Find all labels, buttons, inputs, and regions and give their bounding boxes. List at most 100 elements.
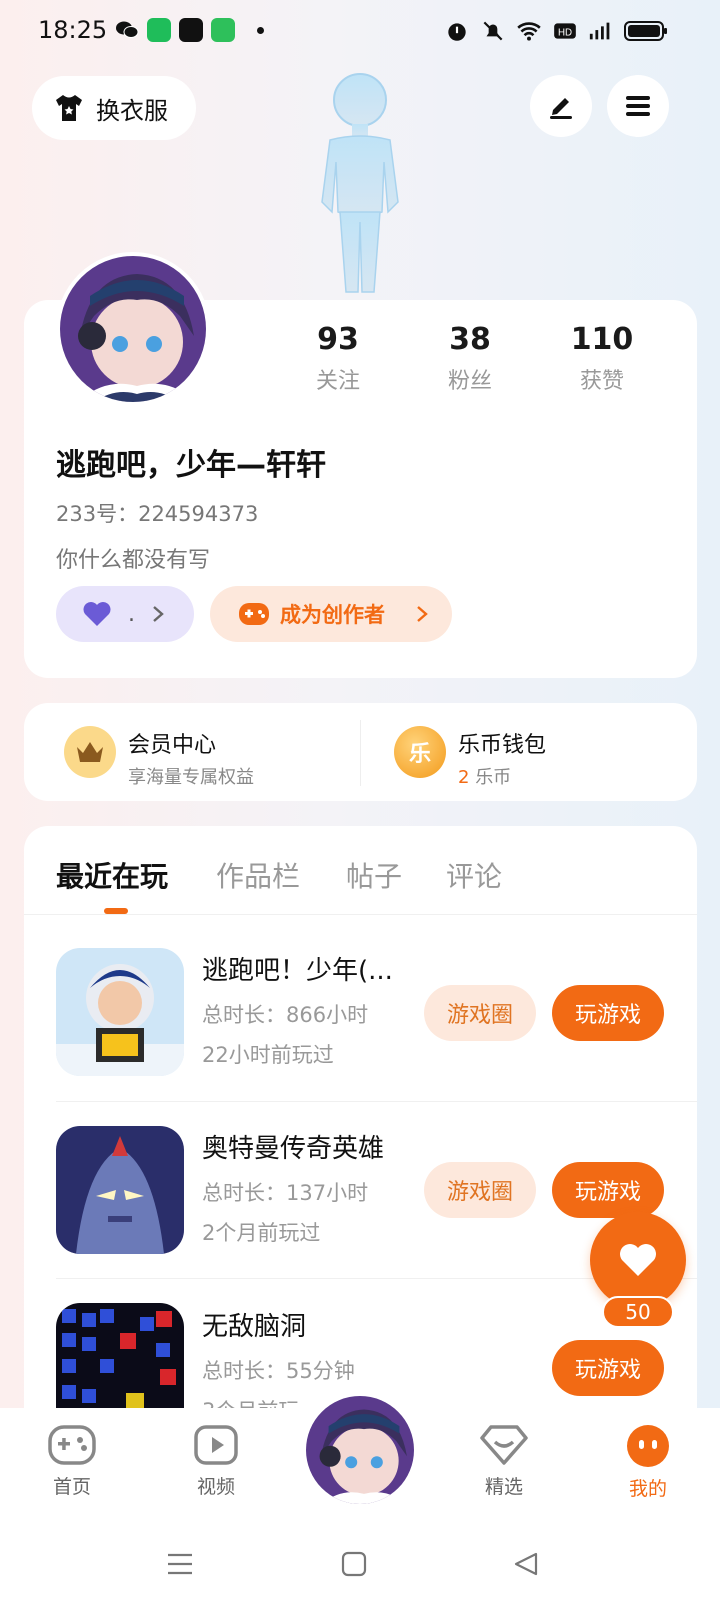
wallet-balance: 2 乐币 — [458, 763, 546, 789]
game-duration: 总时长：866小时 — [202, 1003, 369, 1027]
wallet[interactable]: 乐币钱包 2 乐币 — [458, 727, 546, 789]
wallet-title: 乐币钱包 — [458, 733, 547, 758]
coin-glyph: 乐 — [408, 742, 431, 767]
menu-button[interactable] — [607, 75, 669, 137]
game-icon[interactable] — [56, 1126, 184, 1254]
video-play-icon — [194, 1425, 238, 1465]
nav-featured[interactable]: 精选 — [459, 1424, 549, 1499]
tshirt-icon — [56, 95, 82, 121]
tab-works[interactable]: 作品栏 — [216, 855, 300, 895]
play-game-button[interactable]: 玩游戏 — [552, 985, 664, 1041]
bio[interactable]: 你什么都没有写 — [56, 542, 210, 574]
divider — [24, 914, 697, 915]
game-name: 无敌脑洞 — [202, 1312, 307, 1342]
member-center[interactable]: 会员中心 享海量专属权益 — [128, 727, 254, 789]
wallet-amount: 2 — [458, 767, 470, 788]
game-circle-button[interactable]: 游戏圈 — [424, 1162, 536, 1218]
become-creator-button[interactable]: 成为创作者 — [210, 586, 452, 642]
stat-likes[interactable]: 110 获赞 — [542, 322, 662, 395]
heart-diamond-icon — [480, 1425, 528, 1465]
avatar[interactable] — [56, 252, 210, 406]
game-info[interactable]: 无敌脑洞 总时长：55分钟 3个月前玩 — [202, 1306, 355, 1408]
nav-featured-label: 精选 — [484, 1476, 523, 1498]
stat-fans-label: 粉丝 — [447, 369, 492, 394]
like-count-badge: 50 — [602, 1296, 674, 1328]
message-icon — [211, 18, 235, 42]
nickname: 逃跑吧，少年—轩轩 — [56, 448, 326, 483]
game-last-played: 2个月前玩过 — [202, 1221, 321, 1245]
change-outfit-label: 换衣服 — [96, 96, 168, 125]
user-id: 233号：224594373 — [56, 502, 259, 526]
wallet-unit: 乐币 — [475, 767, 512, 788]
heart-icon — [83, 602, 111, 626]
nav-video-label: 视频 — [196, 1476, 235, 1498]
play-game-button[interactable]: 玩游戏 — [552, 1162, 664, 1218]
member-center-subtitle: 享海量专属权益 — [128, 767, 254, 788]
game-circle-button[interactable]: 游戏圈 — [424, 985, 536, 1041]
nav-me[interactable]: 我的 — [603, 1424, 693, 1501]
game-last-played: 22小时前玩过 — [202, 1043, 334, 1067]
5g-signal-icon — [589, 22, 610, 40]
stat-following[interactable]: 93 关注 — [278, 322, 398, 395]
system-home-icon[interactable] — [340, 1550, 368, 1578]
nav-home[interactable]: 首页 — [27, 1424, 117, 1499]
coin-icon: 乐 — [394, 726, 446, 778]
edit-button[interactable] — [530, 75, 592, 137]
become-creator-label: 成为创作者 — [280, 603, 385, 627]
pen-icon — [550, 98, 572, 119]
member-center-title: 会员中心 — [128, 733, 217, 758]
tab-comments[interactable]: 评论 — [446, 855, 502, 895]
game-duration: 总时长：55分钟 — [202, 1359, 355, 1383]
stat-likes-value: 110 — [570, 322, 634, 357]
iqiyi-icon — [147, 18, 171, 42]
chevron-right-icon — [153, 606, 164, 622]
system-back-icon[interactable] — [512, 1550, 540, 1578]
stat-likes-label: 获赞 — [579, 369, 624, 394]
change-outfit-button[interactable]: 换衣服 — [32, 76, 196, 140]
badge-pill[interactable]: . — [56, 586, 194, 642]
game-icon[interactable] — [56, 1303, 184, 1408]
status-app-icons — [115, 18, 264, 42]
dot-icon — [257, 26, 264, 34]
stat-following-value: 93 — [317, 322, 359, 357]
status-bar: 18:25 HD — [0, 0, 720, 64]
game-icon[interactable] — [56, 948, 184, 1076]
nav-me-label: 我的 — [628, 1478, 667, 1500]
floating-like-button[interactable] — [590, 1212, 686, 1308]
game-duration: 总时长：137小时 — [202, 1181, 369, 1205]
divider — [360, 720, 361, 786]
nav-video[interactable]: 视频 — [171, 1424, 261, 1499]
system-menu-icon[interactable] — [166, 1550, 194, 1578]
heart-icon — [620, 1244, 656, 1276]
douyin-icon — [179, 18, 203, 42]
alarm-icon — [448, 23, 466, 41]
svg-text:HD: HD — [558, 27, 572, 38]
status-indicators: HD — [444, 18, 668, 44]
game-name: 奥特曼传奇英雄 — [202, 1134, 385, 1164]
stat-following-label: 关注 — [315, 369, 360, 394]
gamepad-icon — [48, 1425, 96, 1465]
nav-avatar-button[interactable] — [302, 1392, 418, 1508]
stat-fans[interactable]: 38 粉丝 — [410, 322, 530, 395]
game-info[interactable]: 奥特曼传奇英雄 总时长：137小时 2个月前玩过 — [202, 1128, 384, 1247]
wechat-icon — [116, 21, 139, 38]
wifi-icon — [517, 22, 541, 41]
avatar-figure[interactable] — [290, 62, 430, 302]
game-name: 逃跑吧！少年(... — [202, 956, 393, 986]
divider — [56, 1101, 697, 1102]
play-game-button[interactable]: 玩游戏 — [552, 1340, 664, 1396]
game-info[interactable]: 逃跑吧！少年(... 总时长：866小时 22小时前玩过 — [202, 950, 393, 1069]
chevron-right-icon — [417, 606, 428, 622]
tab-posts[interactable]: 帖子 — [346, 855, 402, 895]
hd-icon: HD — [554, 23, 576, 39]
gamepad-icon — [239, 603, 269, 625]
tab-recent[interactable]: 最近在玩 — [56, 855, 168, 895]
nav-home-label: 首页 — [52, 1476, 91, 1498]
battery-icon — [624, 21, 667, 41]
crown-icon — [64, 726, 116, 778]
mute-icon — [483, 21, 503, 41]
status-time: 18:25 — [38, 16, 108, 44]
profile-face-icon — [627, 1425, 669, 1467]
hamburger-icon — [626, 96, 650, 116]
stat-fans-value: 38 — [449, 322, 491, 357]
